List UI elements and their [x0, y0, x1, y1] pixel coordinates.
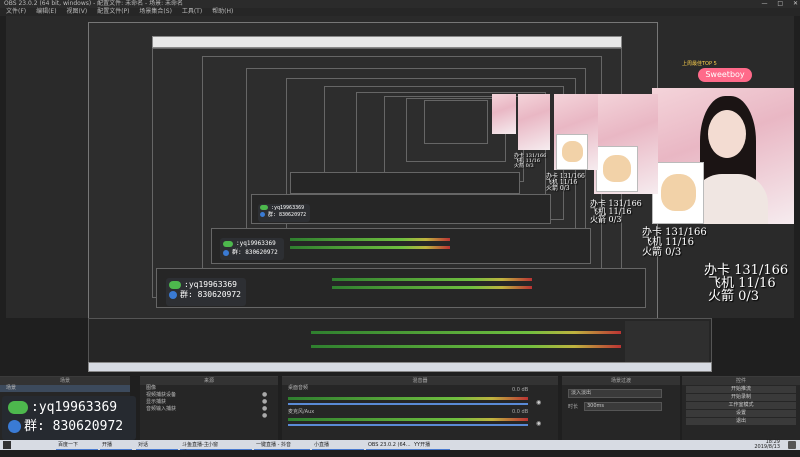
transitions-dock-title: 场景过渡	[562, 377, 680, 385]
volume-slider-desktop[interactable]	[288, 403, 528, 405]
menu-help[interactable]: 帮助(H)	[212, 8, 233, 15]
mixer-dock: 混音器 桌面音频 0.0 dB ◉ 麦克风/Aux 0.0 dB ◉	[282, 376, 558, 440]
window-title: OBS 23.0.2 (64 bit, windows) - 配置文件: 未命名…	[4, 0, 184, 7]
webcam-feed-nested	[492, 94, 516, 134]
menu-scene-collection[interactable]: 场景集合(S)	[139, 8, 172, 15]
transition-duration-input[interactable]: 300ms	[584, 402, 662, 411]
scene-item[interactable]: 场景	[0, 385, 130, 392]
cat-sticker-nested	[596, 146, 638, 192]
settings-button[interactable]: 设置	[686, 410, 796, 417]
transition-type-select[interactable]: 淡入淡出	[568, 389, 662, 398]
menu-bar: 文件(F) 编辑(E) 视图(V) 配置文件(P) 场景集合(S) 工具(T) …	[0, 8, 800, 16]
sources-dock-title: 来源	[140, 377, 278, 385]
qq-contact-overlay-nested: :yq19963369 群: 830620972	[258, 204, 310, 222]
webcam-feed-nested	[518, 94, 550, 150]
source-item[interactable]: 视频捕获设备	[140, 392, 278, 399]
window-titlebar: OBS 23.0.2 (64 bit, windows) - 配置文件: 未命名…	[0, 0, 800, 8]
taskbar-item[interactable]: 小窗	[206, 441, 252, 450]
menu-profile[interactable]: 配置文件(P)	[97, 8, 129, 15]
controls-dock-title: 控件	[682, 377, 800, 385]
source-item[interactable]: 音频输入捕获	[140, 406, 278, 413]
close-button[interactable]: ✕	[793, 0, 798, 7]
taskbar-clock: 18:29 2019/8/13	[754, 439, 780, 450]
scenes-dock-title: 场景	[0, 377, 130, 385]
taskbar-item[interactable]: 小直播	[312, 441, 364, 450]
studio-mode-button[interactable]: 工作室模式	[686, 402, 796, 409]
menu-edit[interactable]: 编辑(E)	[36, 8, 56, 15]
nested-dock-strip	[290, 172, 520, 194]
nested-audio-meter	[311, 331, 621, 334]
gift-stats-overlay-nested: 办卡 131/166 飞机 11/16 火箭 0/3	[642, 227, 707, 258]
mixer-db-desktop: 0.0 dB	[512, 387, 529, 393]
audio-meter-desktop	[288, 397, 528, 400]
taskbar-item[interactable]: 一键直播 - 抖音	[254, 441, 310, 450]
qq-contact-overlay-nested: :yq19963369 群: 830620972	[166, 278, 246, 306]
webcam-subject-face	[708, 110, 746, 158]
source-item[interactable]: 图像	[140, 385, 278, 392]
source-item[interactable]: 显示捕获	[140, 399, 278, 406]
notification-icon[interactable]	[788, 441, 796, 449]
mic-icon[interactable]: ◉	[536, 420, 541, 427]
gift-stats-overlay: 办卡 131/166 飞机 11/16 火箭 0/3	[704, 264, 788, 303]
maximize-button[interactable]: □	[777, 0, 783, 7]
taskbar-item[interactable]: 对话	[136, 441, 178, 450]
nested-audio-meter	[290, 238, 450, 241]
menu-file[interactable]: 文件(F)	[6, 8, 26, 15]
follow-banner: 上周最佳TOP 5	[682, 61, 717, 67]
controls-dock: 控件 开始推流 开始录制 工作室模式 设置 退出	[682, 376, 800, 440]
mixer-channel-label: 麦克风/Aux	[288, 409, 315, 415]
window-controls: — □ ✕	[753, 0, 798, 7]
audio-meter-mic	[288, 418, 528, 421]
gift-stats-overlay-nested: 办卡 131/166 飞机 11/16 火箭 0/3	[514, 153, 547, 169]
transitions-dock: 场景过渡 淡入淡出 时长 300ms	[562, 376, 680, 440]
qq-group-text: 群: 830620972	[24, 419, 124, 434]
taskbar-item[interactable]: YY开播	[412, 441, 450, 450]
preview-canvas[interactable]: Sweetboy 上周最佳TOP 5 办卡 131/166 飞机 11/16 火…	[6, 16, 794, 318]
nested-audio-meter	[332, 286, 532, 289]
mixer-dock-title: 混音器	[282, 377, 558, 385]
qq-contact-overlay: :yq19963369 群: 830620972	[2, 396, 136, 440]
qq-contact-overlay-nested: :yq19963369 群: 830620972	[220, 238, 284, 260]
mixer-db-mic: 0.0 dB	[512, 409, 529, 415]
stats-line-3: 火箭 0/3	[708, 289, 760, 304]
start-button-icon[interactable]	[3, 441, 11, 449]
windows-taskbar: 百度一下 开播 对话 斗鱼直播-主播 小窗 一键直播 - 抖音 小直播 OBS …	[0, 439, 800, 456]
cat-sticker-nested	[556, 134, 588, 170]
taskbar-item[interactable]: 百度一下	[56, 441, 98, 450]
cat-sticker	[652, 162, 704, 224]
start-recording-button[interactable]: 开始录制	[686, 394, 796, 401]
nested-capture-frame	[152, 36, 622, 48]
speaker-icon[interactable]: ◉	[536, 399, 541, 406]
sources-dock: 来源 图像 视频捕获设备 显示捕获 音频输入捕获 ● ● ● ●	[140, 376, 278, 440]
nested-capture-frame	[424, 100, 488, 144]
volume-slider-mic[interactable]	[288, 424, 528, 426]
nested-taskbar	[88, 362, 712, 372]
nested-audio-meter	[290, 246, 450, 249]
exit-button[interactable]: 退出	[686, 418, 796, 425]
sweetboy-badge: Sweetboy	[698, 68, 752, 82]
start-streaming-button[interactable]: 开始推流	[686, 386, 796, 393]
menu-tools[interactable]: 工具(T)	[182, 8, 202, 15]
gift-stats-overlay-nested: 办卡 131/166 飞机 11/16 火箭 0/3	[590, 199, 642, 224]
nested-audio-meter	[311, 345, 621, 348]
qq-id-text: :yq19963369	[31, 400, 118, 415]
menu-view[interactable]: 视图(V)	[66, 8, 87, 15]
source-visibility-icons[interactable]: ● ● ● ●	[262, 391, 267, 419]
gift-stats-overlay-nested: 办卡 131/166 飞机 11/16 火箭 0/3	[546, 173, 585, 192]
nested-audio-meter	[332, 278, 532, 281]
minimize-button[interactable]: —	[761, 0, 767, 7]
transition-duration-label: 时长	[568, 404, 579, 410]
taskbar-item[interactable]: 开播	[100, 441, 132, 450]
